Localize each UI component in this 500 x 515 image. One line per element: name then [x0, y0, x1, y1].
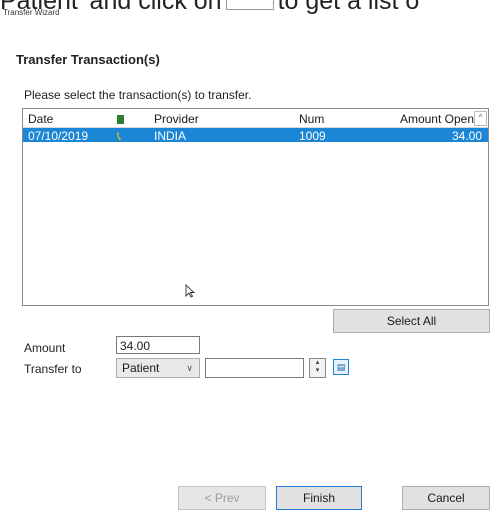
window-title: Transfer Wizard [3, 8, 60, 17]
instruction-text: Please select the transaction(s) to tran… [24, 88, 252, 102]
chevron-down-icon: ∨ [186, 363, 193, 373]
column-header-num[interactable]: Num [299, 112, 324, 126]
spin-up-icon[interactable]: ▴ [310, 359, 325, 367]
caption-text-after: to get a list o [277, 0, 420, 14]
cancel-button[interactable]: Cancel [402, 486, 490, 510]
row-num: 1009 [299, 129, 326, 143]
mouse-cursor-icon [185, 284, 195, 298]
page-title: Transfer Transaction(s) [16, 52, 160, 67]
lookup-icon[interactable]: ▤ [333, 359, 349, 375]
column-header-provider[interactable]: Provider [154, 112, 199, 126]
column-header-amount-open[interactable]: Amount Open [400, 112, 474, 126]
tutorial-caption: Patient' and click on to get a list o [0, 0, 500, 14]
amount-field[interactable]: 34.00 [116, 336, 200, 354]
prev-button[interactable]: < Prev [178, 486, 266, 510]
transfer-to-label: Transfer to [24, 362, 82, 376]
row-amount-open: 34.00 [451, 129, 482, 143]
select-all-button[interactable]: Select All [333, 309, 490, 333]
caption-button-placeholder [225, 0, 274, 11]
scroll-up-icon[interactable]: ^ [474, 111, 487, 126]
finish-button[interactable]: Finish [276, 486, 362, 510]
column-header-date[interactable]: Date [28, 112, 53, 126]
spin-down-icon[interactable]: ▾ [310, 367, 325, 375]
phone-icon: 📞︎ [117, 129, 122, 143]
row-provider: INDIA [154, 129, 187, 143]
transfer-to-selected-value: Patient [122, 361, 160, 375]
transactions-list[interactable]: Date Provider Num Amount Open ^ 07/10/20… [22, 108, 489, 306]
amount-label: Amount [24, 341, 66, 355]
transfer-to-spinner[interactable]: ▴ ▾ [309, 358, 326, 378]
row-date: 07/10/2019 [28, 129, 89, 143]
document-icon [117, 115, 124, 124]
table-row[interactable]: 07/10/2019 📞︎ INDIA 1009 34.00 [23, 128, 488, 143]
column-header-document-icon[interactable] [117, 112, 124, 126]
transfer-to-search-field[interactable] [205, 358, 304, 378]
transfer-to-select[interactable]: Patient ∨ [116, 358, 200, 378]
list-header: Date Provider Num Amount Open ^ [23, 109, 488, 128]
